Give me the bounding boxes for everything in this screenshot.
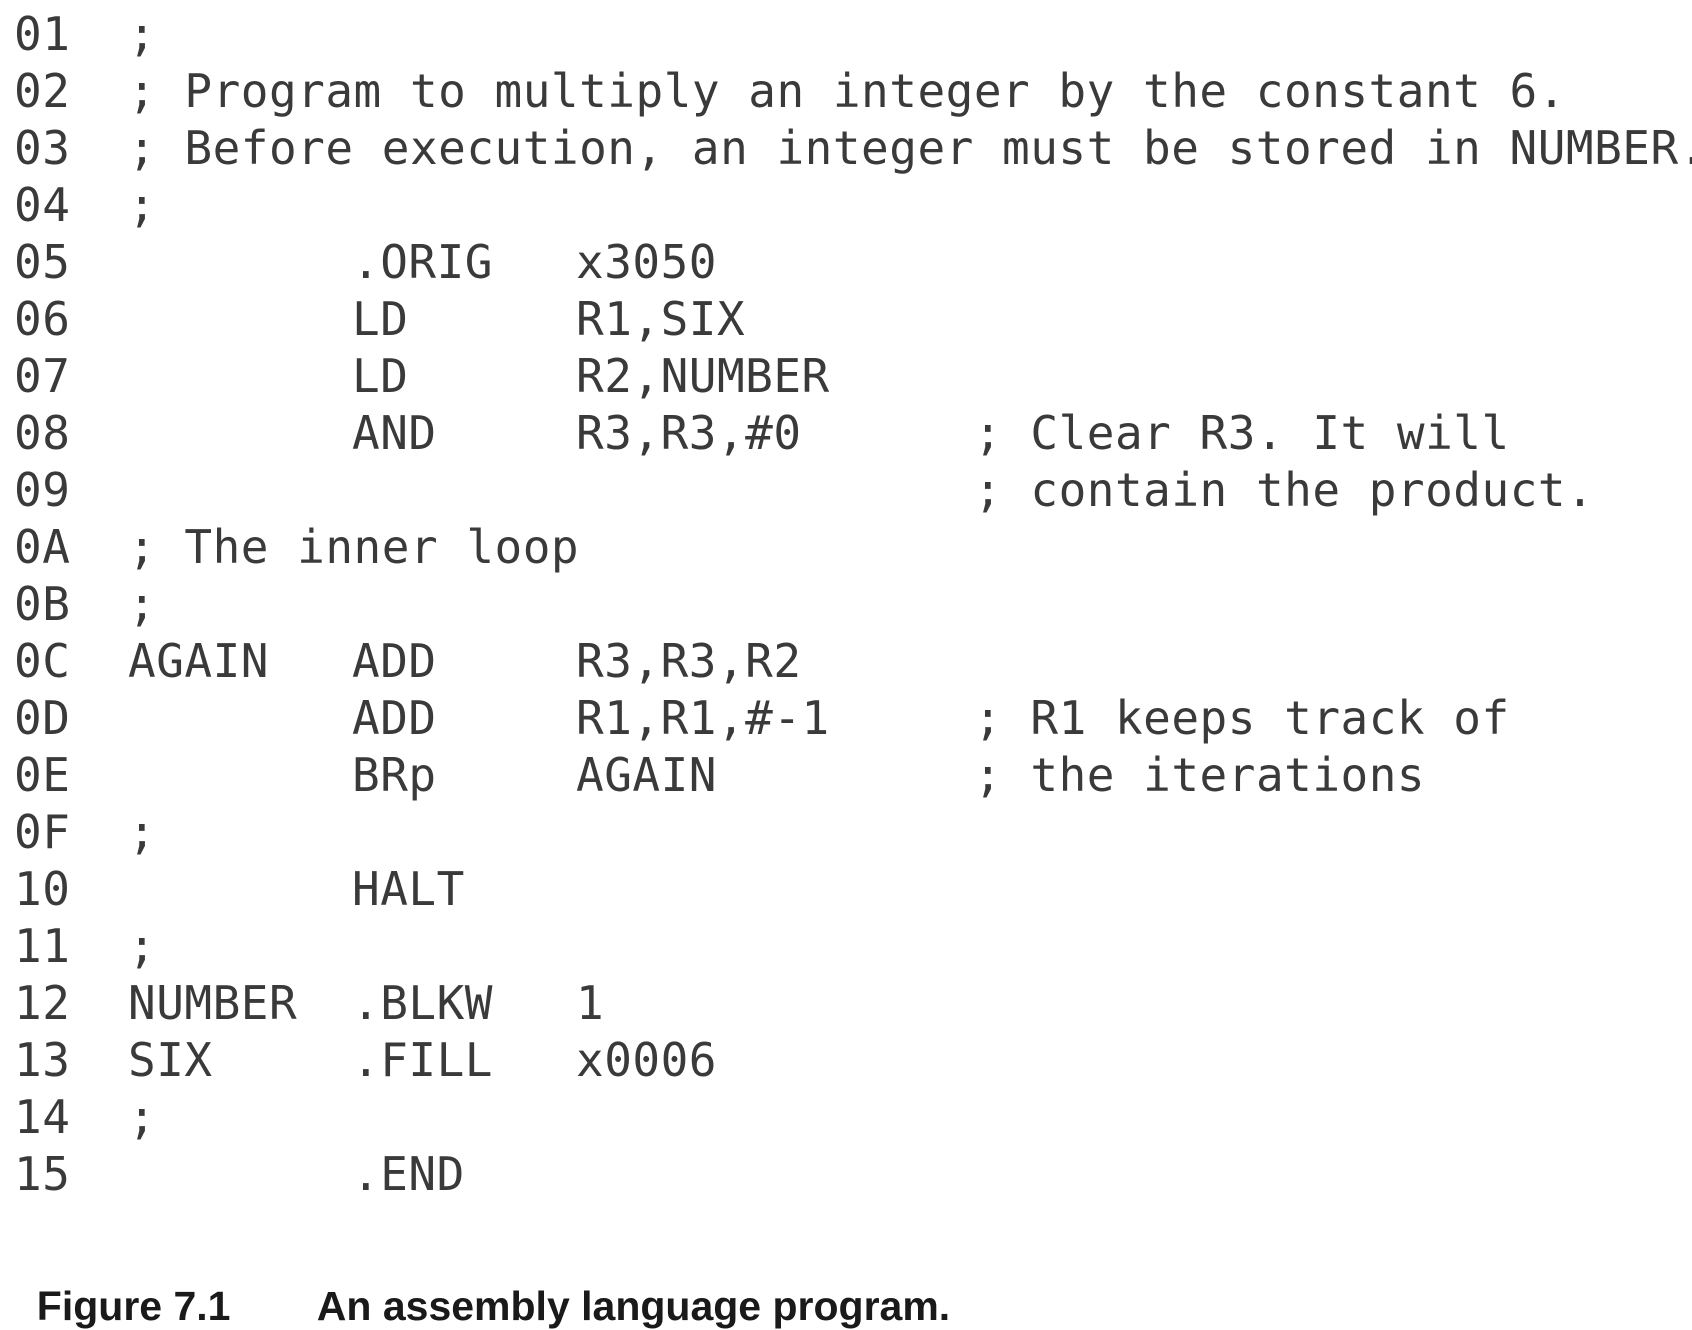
inline-comment: ; R1 keeps track of: [974, 691, 1510, 745]
opcode: LD: [352, 292, 409, 346]
figure-caption-text: An assembly language program.: [316, 1283, 951, 1329]
opcode: ADD: [352, 691, 437, 745]
inline-comment: ; the iterations: [974, 748, 1426, 802]
operands: AGAIN: [576, 748, 717, 802]
line-number: 03: [14, 121, 71, 175]
opcode: LD: [352, 349, 409, 403]
line-number: 0C: [14, 634, 71, 688]
label-or-comment: ;: [128, 919, 157, 973]
operands: R3,R3,#0: [576, 406, 802, 460]
line-number: 13: [14, 1033, 71, 1087]
line-number: 09: [14, 463, 71, 517]
line-number: 04: [14, 178, 71, 232]
operands: R1,SIX: [576, 292, 746, 346]
label-or-comment: ; The inner loop: [128, 520, 580, 574]
inline-comment: ; contain the product.: [974, 463, 1595, 517]
label-or-comment: SIX: [128, 1033, 213, 1087]
opcode: ADD: [352, 634, 437, 688]
label-or-comment: ;: [128, 805, 157, 859]
operands: R3,R3,R2: [576, 634, 802, 688]
line-number: 15: [14, 1147, 71, 1201]
line-number: 02: [14, 64, 71, 118]
line-number: 14: [14, 1090, 71, 1144]
operands: R1,R1,#-1: [576, 691, 830, 745]
inline-comment: ; Clear R3. It will: [974, 406, 1510, 460]
operands: x0006: [576, 1033, 717, 1087]
figure-caption: Figure 7.1 An assembly language program.: [14, 1236, 950, 1330]
opcode: .ORIG: [352, 235, 493, 289]
label-or-comment: ;: [128, 1090, 157, 1144]
line-number: 12: [14, 976, 71, 1030]
line-number: 01: [14, 7, 71, 61]
line-number: 0D: [14, 691, 71, 745]
line-number: 07: [14, 349, 71, 403]
opcode: BRp: [352, 748, 437, 802]
label-or-comment: ;: [128, 7, 157, 61]
line-number: 11: [14, 919, 71, 973]
opcode: AND: [352, 406, 437, 460]
line-number: 0E: [14, 748, 71, 802]
opcode: .FILL: [352, 1033, 493, 1087]
label-or-comment: AGAIN: [128, 634, 269, 688]
opcode: .BLKW: [352, 976, 493, 1030]
label-or-comment: NUMBER: [128, 976, 298, 1030]
label-or-comment: ; Program to multiply an integer by the …: [128, 64, 1566, 118]
operands: R2,NUMBER: [576, 349, 830, 403]
line-number: 06: [14, 292, 71, 346]
figure-number: Figure 7.1: [36, 1283, 231, 1329]
label-or-comment: ;: [128, 577, 157, 631]
label-or-comment: ; Before execution, an integer must be s…: [128, 121, 1692, 175]
line-number: 0F: [14, 805, 71, 859]
line-number: 05: [14, 235, 71, 289]
line-number: 08: [14, 406, 71, 460]
line-number: 10: [14, 862, 71, 916]
line-number: 0B: [14, 577, 71, 631]
operands: 1: [576, 976, 605, 1030]
operands: x3050: [576, 235, 717, 289]
opcode: HALT: [352, 862, 465, 916]
label-or-comment: ;: [128, 178, 157, 232]
opcode: .END: [352, 1147, 465, 1201]
line-number: 0A: [14, 520, 71, 574]
